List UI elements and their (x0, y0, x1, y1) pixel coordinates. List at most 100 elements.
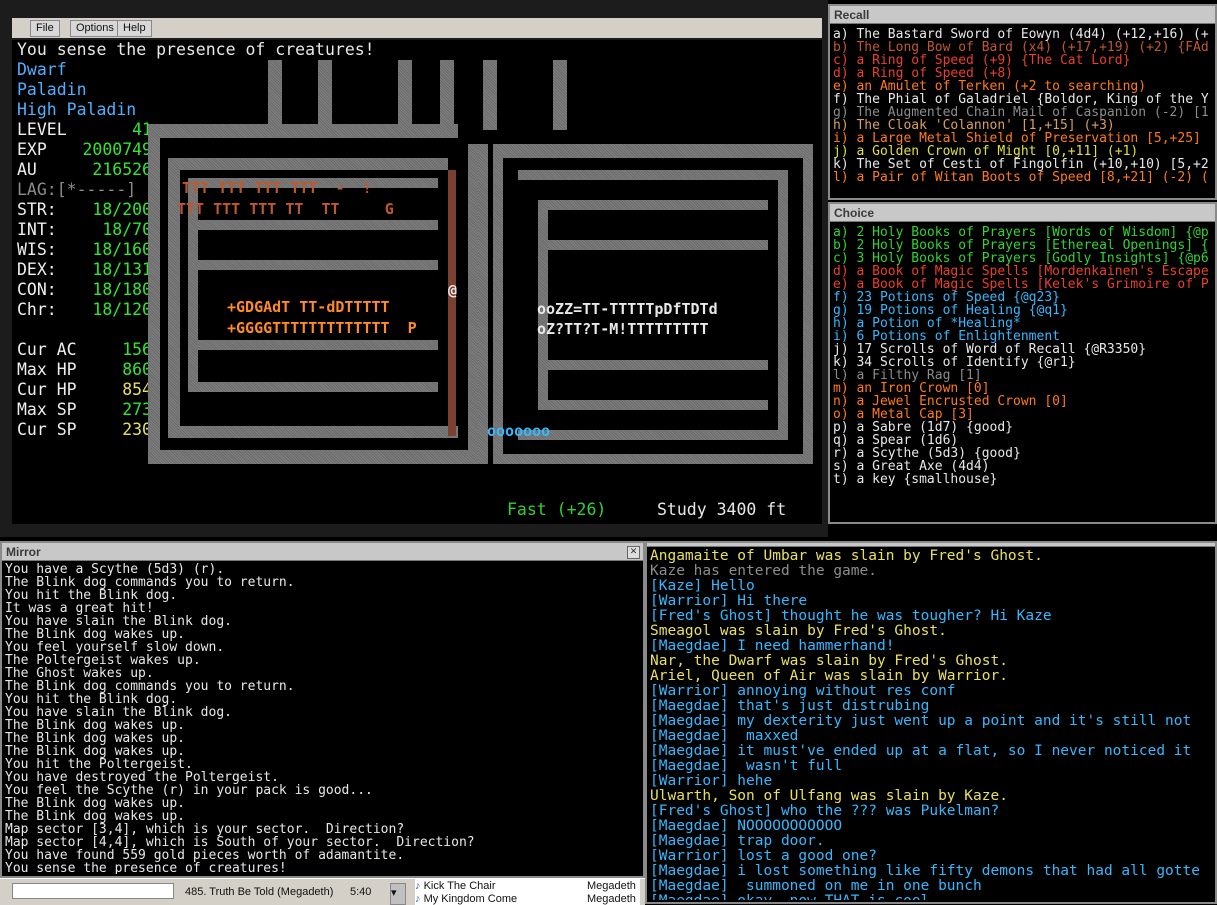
list-item[interactable]: j) a Golden Crown of Might [0,+11] (+1) (833, 145, 1213, 158)
list-item[interactable]: m) an Iron Crown [0] (833, 382, 1213, 395)
list-item[interactable]: b) 2 Holy Books of Prayers [Ethereal Ope… (833, 239, 1213, 252)
game-viewport[interactable]: You sense the presence of creatures! Dwa… (12, 40, 822, 524)
list-item[interactable]: d) a Ring of Speed (+8) (833, 67, 1213, 80)
stat-label: WIS: (17, 240, 57, 259)
list-item[interactable]: c) a Ring of Speed (+9) {The Cat Lord} (833, 54, 1213, 67)
log-line: You have slain the Blink dog. (5, 706, 232, 719)
track-time: 5:40 (350, 886, 372, 898)
list-item[interactable]: r) a Scythe (5d3) {good} (833, 447, 1213, 460)
class-label: Paladin (17, 80, 87, 99)
list-item[interactable]: i) 6 Potions of Enlightenment (833, 330, 1213, 343)
stat-label: Chr: (17, 300, 57, 319)
stat-value: 41 (132, 120, 152, 139)
stat-value: 2000749 (82, 140, 152, 159)
list-item[interactable]: g) 19 Potions of Healing {@q1} (833, 304, 1213, 317)
list-item[interactable]: p) a Sabre (1d7) {good} (833, 421, 1213, 434)
list-item[interactable]: f) The Phial of Galadriel {Boldor, King … (833, 93, 1213, 106)
stat-label: Max HP (17, 360, 77, 379)
list-item[interactable]: k) The Set of Cesti of Fingolfin (+10,+1… (833, 158, 1213, 171)
chat-line: Ulwarth, Son of Ulfang was slain by Kaze… (650, 789, 1008, 804)
stat-label: AU (17, 160, 37, 179)
stat-row: Max HP 860 (17, 360, 152, 380)
chat-line: [Maegdae] okay, now THAT is cool (650, 894, 1213, 900)
list-item[interactable]: d) a Book of Magic Spells [Mordenkainen'… (833, 265, 1213, 278)
map-row: +GGGGTTTTTTTTTTTTT P (227, 319, 417, 337)
chat-line: [Maegdae] summoned on me in one bunch (650, 879, 982, 894)
list-item[interactable]: j) 17 Scrolls of Word of Recall {@R3350} (833, 343, 1213, 356)
stat-row: DEX: 18/131 (17, 260, 152, 280)
speed-indicator: Fast (+26) (507, 500, 607, 519)
media-player-taskbar: 485. Truth Be Told (Megadeth) 5:40 ▾ ♪ K… (0, 878, 645, 905)
list-item[interactable]: s) a Great Axe (4d4) (833, 460, 1213, 473)
list-item[interactable]: c) 3 Holy Books of Prayers [Godly Insigh… (833, 252, 1213, 265)
stat-row: Cur AC 156 (17, 340, 152, 360)
list-item[interactable]: k) 34 Scrolls of Identify {@r1} (833, 356, 1213, 369)
playlist-title[interactable]: Kick The Chair (424, 880, 496, 892)
list-item[interactable]: g) The Augmented Chain Mail of Caspanion… (833, 106, 1213, 119)
list-item[interactable]: i) a Large Metal Shield of Preservation … (833, 132, 1213, 145)
log-line: You hit the Poltergeist. (5, 758, 193, 771)
chat-line: Kaze has entered the game. (650, 564, 877, 579)
stat-value: 18/131 (92, 260, 152, 279)
list-item[interactable]: e) a Book of Magic Spells [Kelek's Grimo… (833, 278, 1213, 291)
log-line: It was a great hit! (5, 602, 154, 615)
list-item[interactable]: l) a Pair of Witan Boots of Speed [8,+21… (833, 171, 1213, 184)
list-item[interactable]: l) a Filthy Rag [1] (833, 369, 1213, 382)
stat-row: AU 216526 (17, 160, 152, 180)
map-row: ooZZ=TT-TTTTTpDfTDTd (537, 300, 718, 318)
seek-slider[interactable] (12, 883, 174, 899)
log-line: You hit the Blink dog. (5, 589, 178, 602)
stat-value: 18/120 (92, 300, 152, 319)
chat-line: Nar, the Dwarf was slain by Fred's Ghost… (650, 654, 1008, 669)
player-avatar: @ (448, 281, 458, 299)
list-item[interactable]: a) The Bastard Sword of Eowyn (4d4) (+12… (833, 28, 1213, 41)
menu-options[interactable]: Options (70, 20, 120, 37)
log-line: The Poltergeist wakes up. (5, 654, 201, 667)
map-row: ooooooo (487, 422, 551, 440)
title-label: High Paladin (17, 100, 137, 119)
stat-row: Cur HP 854 (17, 380, 152, 400)
scroll-down-icon[interactable]: ▾ (390, 883, 406, 905)
menu-file[interactable]: File (30, 20, 60, 37)
chat-line: Ariel, Queen of Air was slain by Warrior… (650, 669, 1008, 684)
chat-line: [Maegdae] i lost something like fifty de… (650, 864, 1200, 879)
chat-line: [Fred's Ghost] who the ??? was Pukelman? (650, 804, 1000, 819)
log-line: Map sector [4,4], which is South of your… (5, 836, 475, 849)
choice-title: Choice (830, 204, 1215, 222)
chat-line: [Maegdae] that's just distrubing (650, 699, 930, 714)
list-item[interactable]: f) 23 Potions of Speed {@q23} (833, 291, 1213, 304)
close-icon[interactable]: ✕ (627, 546, 640, 559)
chat-line: [Maegdae] my dexterity just went up a po… (650, 714, 1192, 729)
stat-value: 18/70 (102, 220, 152, 239)
playlist-title[interactable]: My Kingdom Come (424, 893, 518, 905)
list-item[interactable]: h) a Potion of *Healing* (833, 317, 1213, 330)
log-line: You feel the Scythe (r) in your pack is … (5, 784, 373, 797)
list-item[interactable]: e) an Amulet of Terken (+2 to searching) (833, 80, 1213, 93)
list-item[interactable]: t) a key {smallhouse} (833, 473, 1213, 486)
list-item[interactable]: n) a Jewel Encrusted Crown [0] (833, 395, 1213, 408)
chat-line: [Maegdae] maxxed (650, 729, 799, 744)
log-line: The Blink dog commands you to return. (5, 680, 295, 693)
chat-line: [Warrior] lost a good one? (650, 849, 877, 864)
chat-line: [Warrior] Hi there (650, 594, 808, 609)
log-line: The Blink dog wakes up. (5, 719, 186, 732)
list-item[interactable]: q) a Spear (1d6) (833, 434, 1213, 447)
stat-row: STR: 18/200 (17, 200, 152, 220)
log-line: You have a Scythe (5d3) (r). (5, 563, 225, 576)
stat-label: INT: (17, 220, 57, 239)
log-line: You have slain the Blink dog. (5, 615, 232, 628)
map-row: +GDGAdT TT-dDTTTTT (227, 298, 390, 316)
map-row: TTT TTT TTT TTT - ! (182, 179, 372, 197)
log-line: Map sector [3,4], which is your sector. … (5, 823, 405, 836)
menu-help[interactable]: Help (117, 20, 152, 37)
chat-line: [Warrior] hehe (650, 774, 773, 789)
stat-row: EXP 2000749 (17, 140, 152, 160)
list-item[interactable]: a) 2 Holy Books of Prayers [Words of Wis… (833, 226, 1213, 239)
recall-window: Recall a) The Bastard Sword of Eowyn (4d… (828, 4, 1217, 200)
list-item[interactable]: o) a Metal Cap [3] (833, 408, 1213, 421)
chat-line: [Maegdae] it must've ended up at a flat,… (650, 744, 1192, 759)
stat-row: Max SP 273 (17, 400, 152, 420)
music-note-icon: ♪ (415, 880, 421, 892)
list-item[interactable]: b) The Long Bow of Bard (x4) (+17,+19) (… (833, 41, 1213, 54)
list-item[interactable]: h) The Cloak 'Colannon' [1,+15] (+3) (833, 119, 1213, 132)
